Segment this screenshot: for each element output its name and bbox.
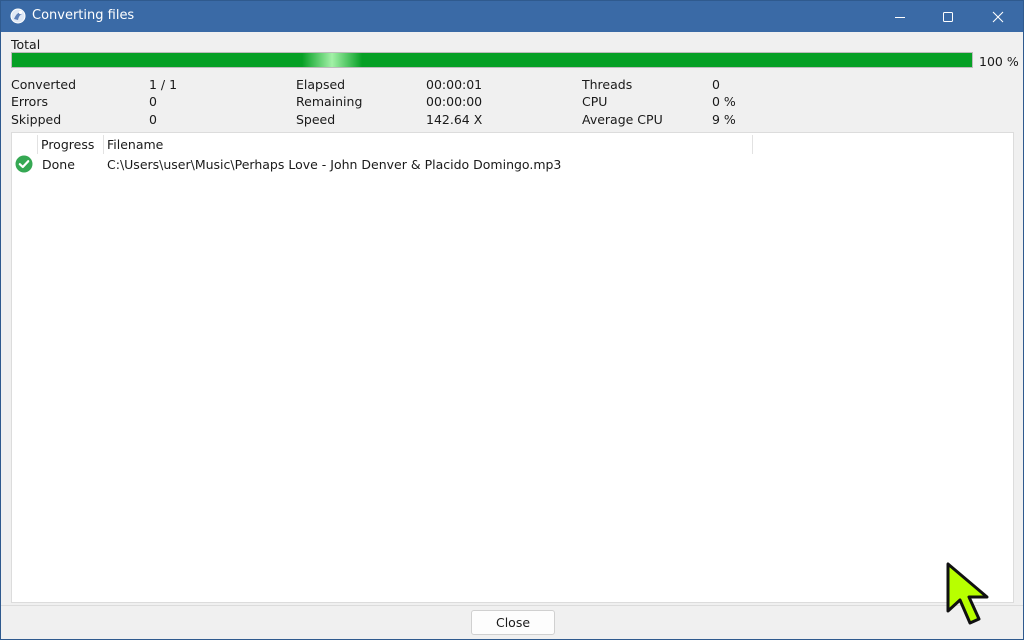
row-progress: Done [42,157,75,172]
column-separator[interactable] [37,135,38,154]
row-filename: C:\Users\user\Music\Perhaps Love - John … [107,157,562,172]
remaining-label: Remaining [296,94,363,109]
cpu-value: 0 % [712,94,736,109]
column-header-progress[interactable]: Progress [41,137,94,152]
skipped-value: 0 [149,112,157,127]
close-icon [992,11,1004,22]
total-progress-fill [12,53,972,67]
list-header: Progress Filename [12,133,1013,154]
converting-files-dialog: Converting files Total 100 % Converted 1… [0,0,1024,640]
threads-value: 0 [712,77,720,92]
column-separator[interactable] [103,135,104,154]
errors-label: Errors [11,94,48,109]
converted-label: Converted [11,77,77,92]
maximize-icon [943,11,953,22]
speed-label: Speed [296,112,336,127]
minimize-button[interactable] [876,1,924,32]
list-item[interactable]: Done C:\Users\user\Music\Perhaps Love - … [12,155,1013,175]
skipped-label: Skipped [11,112,62,127]
window-title: Converting files [32,8,135,23]
total-progress-bar [11,52,973,68]
button-bar: Close [1,605,1023,639]
close-window-button[interactable] [974,1,1022,32]
cpu-label: CPU [582,94,608,109]
speed-value: 142.64 X [426,112,483,127]
total-label: Total [11,37,41,52]
elapsed-value: 00:00:01 [426,77,483,92]
maximize-button[interactable] [924,1,972,32]
remaining-value: 00:00:00 [426,94,483,109]
converted-value: 1 / 1 [149,77,178,92]
elapsed-label: Elapsed [296,77,346,92]
dialog-content: Total 100 % Converted 1 / 1 Errors 0 Ski… [1,32,1023,639]
file-list[interactable]: Progress Filename Done C:\Users\user\Mus… [11,132,1014,603]
app-icon [10,8,26,24]
title-bar: Converting files [1,1,1023,32]
average-cpu-value: 9 % [712,112,736,127]
total-progress-text: 100 % [979,54,1019,69]
average-cpu-label: Average CPU [582,112,663,127]
column-separator[interactable] [752,135,753,154]
mouse-pointer-icon [946,562,989,625]
errors-value: 0 [149,94,157,109]
close-button[interactable]: Close [471,610,555,635]
threads-label: Threads [582,77,633,92]
check-circle-icon [15,155,33,173]
column-header-filename[interactable]: Filename [107,137,163,152]
minimize-icon [895,16,905,18]
